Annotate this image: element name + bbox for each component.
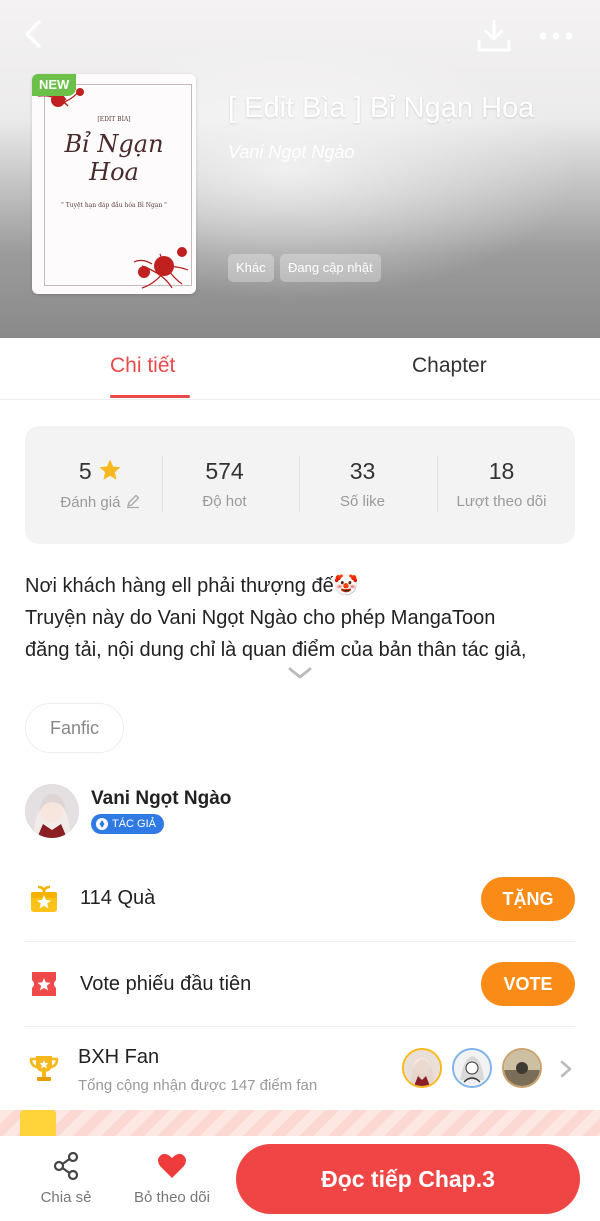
heart-icon xyxy=(158,1153,186,1178)
description-line: đăng tải, nội dung chỉ là quan điểm của … xyxy=(25,639,527,661)
description-line: Truyện này do Vani Ngọt Ngào cho phép Ma… xyxy=(25,607,496,629)
pen-nib-icon xyxy=(96,818,108,830)
author-name[interactable]: Vani Ngọt Ngào xyxy=(91,788,231,810)
back-arrow-icon xyxy=(25,20,41,48)
stat-followers-label: Lượt theo dõi xyxy=(456,493,547,510)
stat-hot: 574 Độ hot xyxy=(156,458,293,510)
trophy-icon xyxy=(28,1052,60,1084)
row-divider xyxy=(25,1026,575,1027)
stat-rating-value: 5 xyxy=(78,458,92,484)
vote-prompt: Vote phiếu đầu tiên xyxy=(80,973,252,995)
book-title: [ Edit Bìa ] Bỉ Ngạn Hoa xyxy=(228,92,535,124)
back-button[interactable] xyxy=(14,14,54,54)
tab-bar: Chi tiết Chapter xyxy=(0,338,600,400)
stat-rating-label-row: Đánh giá xyxy=(32,493,169,511)
download-button[interactable] xyxy=(474,18,514,54)
tag-status: Đang cập nhật xyxy=(280,254,381,282)
stat-hot-label: Độ hot xyxy=(202,493,247,510)
tag-category[interactable]: Khác xyxy=(228,254,274,282)
author-role-label: TÁC GIẢ xyxy=(112,818,157,830)
stat-likes-label: Số like xyxy=(339,493,386,510)
expand-description-button[interactable] xyxy=(286,664,314,682)
stat-rating-label: Đánh giá xyxy=(60,494,121,511)
book-description: Nơi khách hàng ell phải thượng đế🤡 Truyệ… xyxy=(25,570,585,666)
pencil-icon xyxy=(126,494,139,509)
active-tab-indicator xyxy=(110,395,190,398)
book-author[interactable]: Vani Ngọt Ngào xyxy=(228,142,354,163)
fan-avatar-second[interactable] xyxy=(452,1048,492,1088)
stat-rating[interactable]: 5 Đánh giá xyxy=(32,458,169,511)
author-role-badge: TÁC GIẢ xyxy=(91,814,165,834)
unfollow-button[interactable]: Bỏ theo dõi xyxy=(126,1150,218,1206)
fan-ranking-arrow[interactable] xyxy=(558,1058,574,1080)
unfollow-label: Bỏ theo dõi xyxy=(134,1189,210,1206)
new-badge: NEW xyxy=(32,74,77,96)
cover-tagline: " Tuyệt hạn đáp đầu hóa Bỉ Ngạn " xyxy=(61,202,167,209)
chevron-right-icon xyxy=(560,1060,572,1078)
stat-followers: 18 Lượt theo dõi xyxy=(433,458,570,510)
fan-avatar-image xyxy=(404,1050,440,1086)
tab-chapters[interactable]: Chapter xyxy=(412,354,487,378)
stat-likes-value: 33 xyxy=(349,458,376,484)
more-dots-icon xyxy=(539,32,573,40)
gift-count: 114 Quà xyxy=(80,887,156,909)
gift-icon xyxy=(28,883,60,915)
share-button[interactable]: Chia sẻ xyxy=(26,1150,106,1206)
fan-avatar-image xyxy=(504,1050,540,1086)
tab-details[interactable]: Chi tiết xyxy=(110,354,175,378)
cover-main-title: Bỉ Ngạn Hoa xyxy=(64,130,164,186)
book-header: [EDIT BÌA] Bỉ Ngạn Hoa " Tuyệt hạn đáp đ… xyxy=(0,0,600,338)
description-line: Nơi khách hàng ell phải thượng đế🤡 xyxy=(25,575,359,597)
stat-hot-value: 574 xyxy=(205,458,244,484)
author-avatar[interactable] xyxy=(25,784,79,838)
stat-rating-value-row: 5 xyxy=(32,458,169,485)
download-icon xyxy=(477,19,511,52)
fan-ranking-subtitle: Tổng cộng nhận được 147 điểm fan xyxy=(78,1077,318,1094)
star-icon xyxy=(99,459,121,480)
share-label: Chia sẻ xyxy=(40,1189,92,1206)
genre-tag[interactable]: Fanfic xyxy=(25,703,125,753)
vote-button[interactable]: VOTE xyxy=(481,962,575,1006)
fan-avatar-third[interactable] xyxy=(502,1048,542,1088)
cover-small-title: [EDIT BÌA] xyxy=(97,116,131,123)
continue-reading-button[interactable]: Đọc tiếp Chap.3 xyxy=(236,1144,580,1214)
stats-panel: 5 Đánh giá 574 Độ hot 33 Số like 18 Lượt… xyxy=(25,426,575,544)
chevron-down-icon xyxy=(288,667,312,679)
stat-likes: 33 Số like xyxy=(294,458,431,510)
more-options-button[interactable] xyxy=(536,24,576,48)
send-gift-button[interactable]: TẶNG xyxy=(481,877,575,921)
share-icon xyxy=(53,1151,79,1181)
row-divider xyxy=(25,941,575,942)
bottom-action-bar: Chia sẻ Bỏ theo dõi Đọc tiếp Chap.3 xyxy=(0,1136,600,1221)
author-avatar-image xyxy=(25,784,79,838)
ticket-icon xyxy=(28,968,60,1000)
fan-ranking-title[interactable]: BXH Fan xyxy=(78,1046,159,1069)
fan-avatar-image xyxy=(454,1050,490,1086)
stat-followers-value: 18 xyxy=(488,458,515,484)
fan-avatar-first[interactable] xyxy=(402,1048,442,1088)
book-cover[interactable]: [EDIT BÌA] Bỉ Ngạn Hoa " Tuyệt hạn đáp đ… xyxy=(32,74,196,294)
